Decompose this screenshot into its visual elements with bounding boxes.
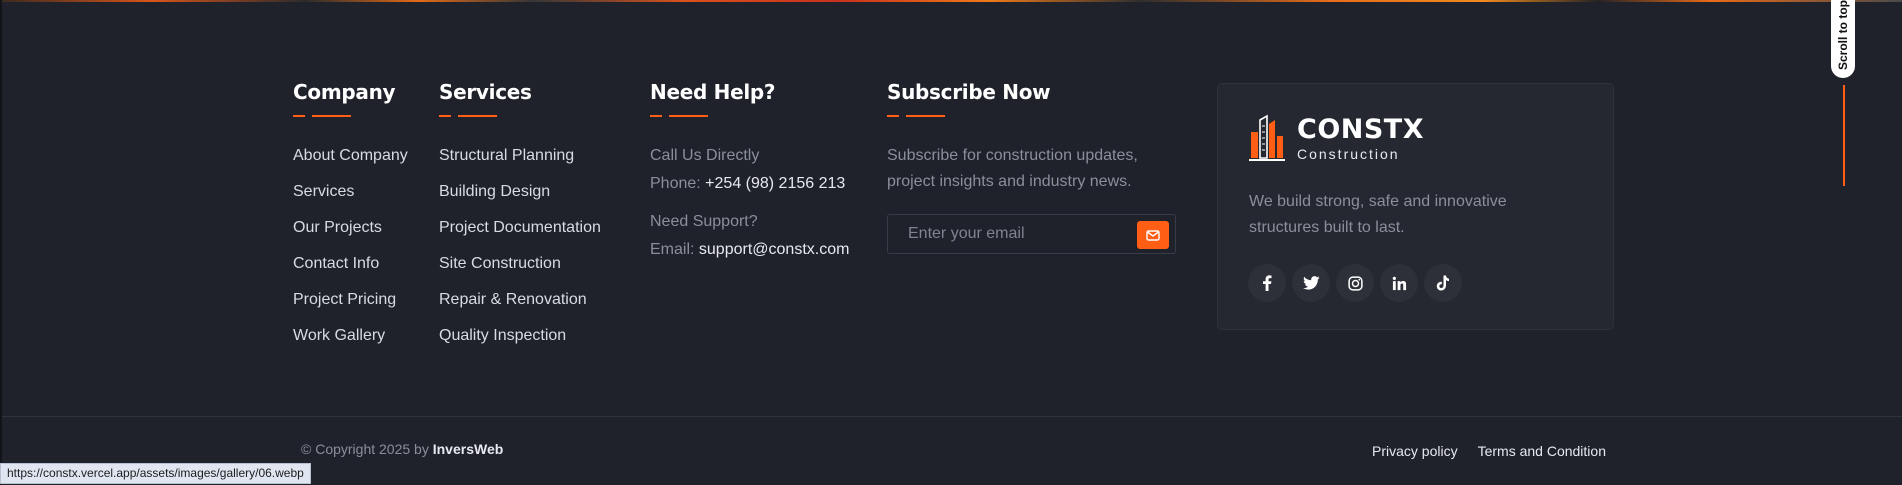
subscribe-column: Subscribe Now Subscribe for construction… (887, 80, 1177, 254)
services-title: Services (439, 80, 532, 104)
phone-link[interactable]: +254 (98) 2156 213 (705, 175, 845, 192)
scroll-to-top-label: Scroll to top (1836, 0, 1850, 70)
title-underline (650, 115, 710, 117)
title-underline (887, 115, 947, 117)
brand-subtitle: Construction (1297, 146, 1400, 162)
footer-link-our-projects[interactable]: Our Projects (293, 218, 408, 237)
footer-link-building-design[interactable]: Building Design (439, 182, 601, 201)
subscribe-title: Subscribe Now (887, 80, 1051, 104)
footer-link-work-gallery[interactable]: Work Gallery (293, 326, 408, 345)
terms-link[interactable]: Terms and Condition (1478, 443, 1606, 459)
company-column: Company About Company Services Our Proje… (293, 80, 408, 362)
brand-description: We build strong, safe and innovative str… (1249, 193, 1507, 236)
phone-prefix: Phone: (650, 175, 701, 192)
tiktok-icon (1436, 275, 1449, 291)
email-link[interactable]: support@constx.com (699, 241, 850, 258)
brand-name: CONSTX (1297, 114, 1425, 145)
help-title: Need Help? (650, 80, 776, 104)
copyright-prefix: © Copyright 2025 by (301, 441, 429, 457)
brand-logo[interactable]: CONSTX Construction (1249, 114, 1424, 162)
services-links: Structural Planning Building Design Proj… (439, 146, 601, 345)
status-bar-url: https://constx.vercel.app/assets/images/… (0, 463, 311, 484)
twitter-button[interactable] (1292, 264, 1330, 302)
instagram-button[interactable] (1336, 264, 1374, 302)
call-label: Call Us Directly (650, 147, 760, 164)
building-logo-icon (1249, 114, 1285, 161)
copyright: © Copyright 2025 by InversWeb (301, 441, 503, 457)
footer-link-contact-info[interactable]: Contact Info (293, 254, 408, 273)
facebook-icon (1263, 275, 1272, 291)
subscribe-text: Subscribe for construction updates, proj… (887, 147, 1138, 190)
phone-line: Phone: +254 (98) 2156 213 (650, 174, 849, 193)
facebook-button[interactable] (1248, 264, 1286, 302)
footer-link-about-company[interactable]: About Company (293, 146, 408, 165)
footer-link-structural-planning[interactable]: Structural Planning (439, 146, 601, 165)
instagram-icon (1347, 275, 1363, 291)
company-title: Company (293, 80, 396, 104)
title-underline (293, 115, 353, 117)
page-edge (0, 0, 2, 485)
social-links (1248, 264, 1468, 302)
gallery-image-strip (0, 0, 1902, 2)
support-label: Need Support? (650, 213, 758, 230)
email-input[interactable] (908, 225, 1128, 243)
email-prefix: Email: (650, 241, 695, 258)
footer-link-repair-renovation[interactable]: Repair & Renovation (439, 290, 601, 309)
scroll-progress-line (1843, 85, 1845, 186)
envelope-icon (1146, 229, 1160, 241)
subscribe-form (887, 214, 1176, 254)
legal-links: Privacy policy Terms and Condition (1352, 443, 1606, 459)
footer-link-project-pricing[interactable]: Project Pricing (293, 290, 408, 309)
tiktok-button[interactable] (1424, 264, 1462, 302)
twitter-icon (1302, 276, 1320, 290)
linkedin-button[interactable] (1380, 264, 1418, 302)
privacy-policy-link[interactable]: Privacy policy (1372, 443, 1458, 459)
footer-divider (2, 416, 1902, 417)
services-column: Services Structural Planning Building De… (439, 80, 601, 362)
footer-link-quality-inspection[interactable]: Quality Inspection (439, 326, 601, 345)
company-links: About Company Services Our Projects Cont… (293, 146, 408, 345)
linkedin-icon (1392, 276, 1406, 290)
title-underline (439, 115, 499, 117)
email-line: Email: support@constx.com (650, 240, 849, 259)
scroll-to-top-button[interactable]: Scroll to top (1831, 0, 1855, 78)
footer-link-site-construction[interactable]: Site Construction (439, 254, 601, 273)
subscribe-button[interactable] (1137, 221, 1169, 249)
footer-link-services[interactable]: Services (293, 182, 408, 201)
brand-card: CONSTX Construction We build strong, saf… (1217, 83, 1614, 330)
help-column: Need Help? Call Us Directly Phone: +254 … (650, 80, 849, 259)
copyright-company-link[interactable]: InversWeb (433, 441, 504, 457)
footer-link-project-documentation[interactable]: Project Documentation (439, 218, 601, 237)
